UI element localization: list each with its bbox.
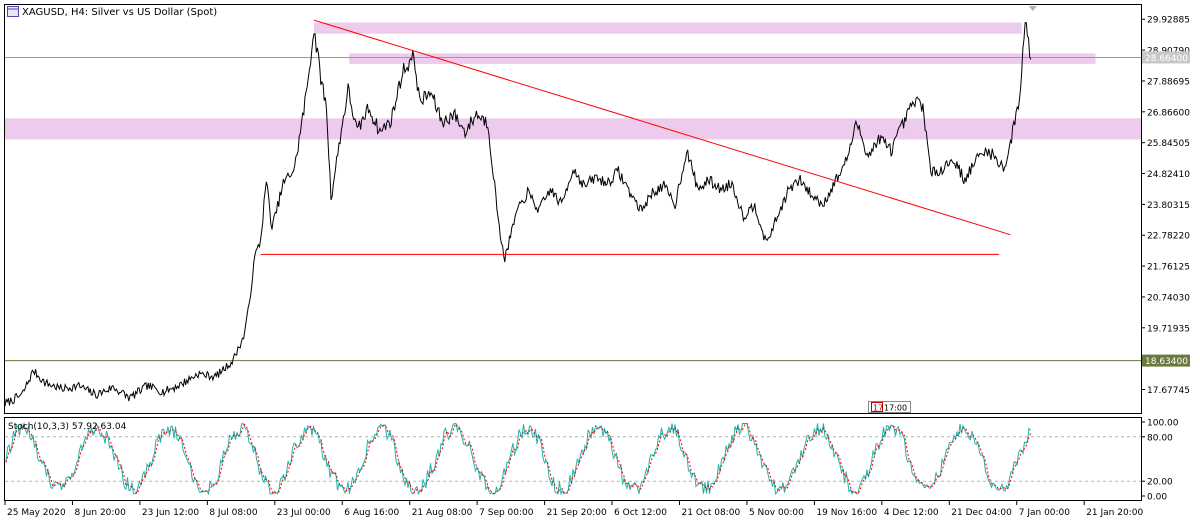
chart-title: XAGUSD, H4: Silver vs US Dollar (Spot) <box>22 7 217 18</box>
time-tick-label: 8 Jun 20:00 <box>74 508 126 518</box>
time-tick-label: 4 Dec 12:00 <box>884 508 939 518</box>
price-tick-label: 29.92885 <box>1147 16 1190 26</box>
time-tick-label: 21 Dec 04:00 <box>951 508 1012 518</box>
stoch-tick-label: 80.00 <box>1147 433 1173 443</box>
resistance-zone <box>349 53 1096 64</box>
highlight-level-tag-label: 18.63400 <box>1145 357 1188 367</box>
price-tick-label: 25.84505 <box>1147 139 1190 149</box>
price-axis: 29.9288528.9079027.8869526.8660025.84505… <box>1141 16 1190 396</box>
price-tick-label: 20.74030 <box>1147 293 1190 303</box>
time-tick-label: 5 Nov 00:00 <box>749 508 804 518</box>
time-tick-label: 8 Jul 08:00 <box>209 508 258 518</box>
time-tick-label: 25 May 2020 <box>7 508 66 518</box>
time-tick-label: 6 Oct 12:00 <box>614 508 667 518</box>
stoch-tick-label: 0.00 <box>1147 493 1167 503</box>
time-tick-label: 23 Jun 12:00 <box>142 508 199 518</box>
period-marker-time: 17:00 <box>884 404 907 413</box>
period-marker: 17 17:00 <box>868 401 911 413</box>
current-price-tag-label: 28.66400 <box>1145 54 1188 64</box>
stoch-tick-label: 20.00 <box>1147 478 1173 488</box>
chart-container: 29.9288528.9079027.8869526.8660025.84505… <box>0 0 1200 530</box>
indicator-label: Stoch(10,3,3) 57.92 63.04 <box>8 422 127 432</box>
time-axis: 25 May 2020 8 Jun 20:00 23 Jun 12:00 8 Jul … <box>4 500 1143 518</box>
time-tick-label: 23 Jul 00:00 <box>277 508 331 518</box>
price-tick-label: 21.76125 <box>1147 263 1190 273</box>
price-tick-label: 27.88695 <box>1147 77 1190 87</box>
time-tick-label: 21 Jan 20:00 <box>1086 508 1143 518</box>
price-tick-label: 26.86600 <box>1147 108 1190 118</box>
price-tick-label: 23.80315 <box>1147 201 1190 211</box>
chart-window-icon <box>7 6 19 17</box>
time-tick-label: 19 Nov 16:00 <box>816 508 877 518</box>
time-tick-label: 7 Sep 00:00 <box>479 508 534 518</box>
time-tick-label: 21 Oct 08:00 <box>682 508 741 518</box>
stoch-tick-label: 100.00 <box>1147 419 1179 429</box>
resistance-zone <box>313 22 1022 34</box>
time-tick-label: 7 Jan 00:00 <box>1019 508 1071 518</box>
period-marker-badge: 17 <box>873 404 883 413</box>
price-tick-label: 17.67745 <box>1147 386 1190 396</box>
time-tick-label: 21 Aug 08:00 <box>412 508 473 518</box>
chart-header: XAGUSD, H4: Silver vs US Dollar (Spot) <box>7 6 217 18</box>
chart-svg: 29.9288528.9079027.8869526.8660025.84505… <box>4 4 1190 518</box>
time-tick-label: 6 Aug 16:00 <box>344 508 399 518</box>
price-tick-label: 19.71935 <box>1147 324 1190 334</box>
price-tick-label: 24.82410 <box>1147 170 1190 180</box>
main-plot-frame <box>4 4 1142 414</box>
price-tick-label: 22.78220 <box>1147 232 1190 242</box>
time-tick-label: 21 Sep 20:00 <box>547 508 607 518</box>
resistance-zone <box>5 118 1141 140</box>
